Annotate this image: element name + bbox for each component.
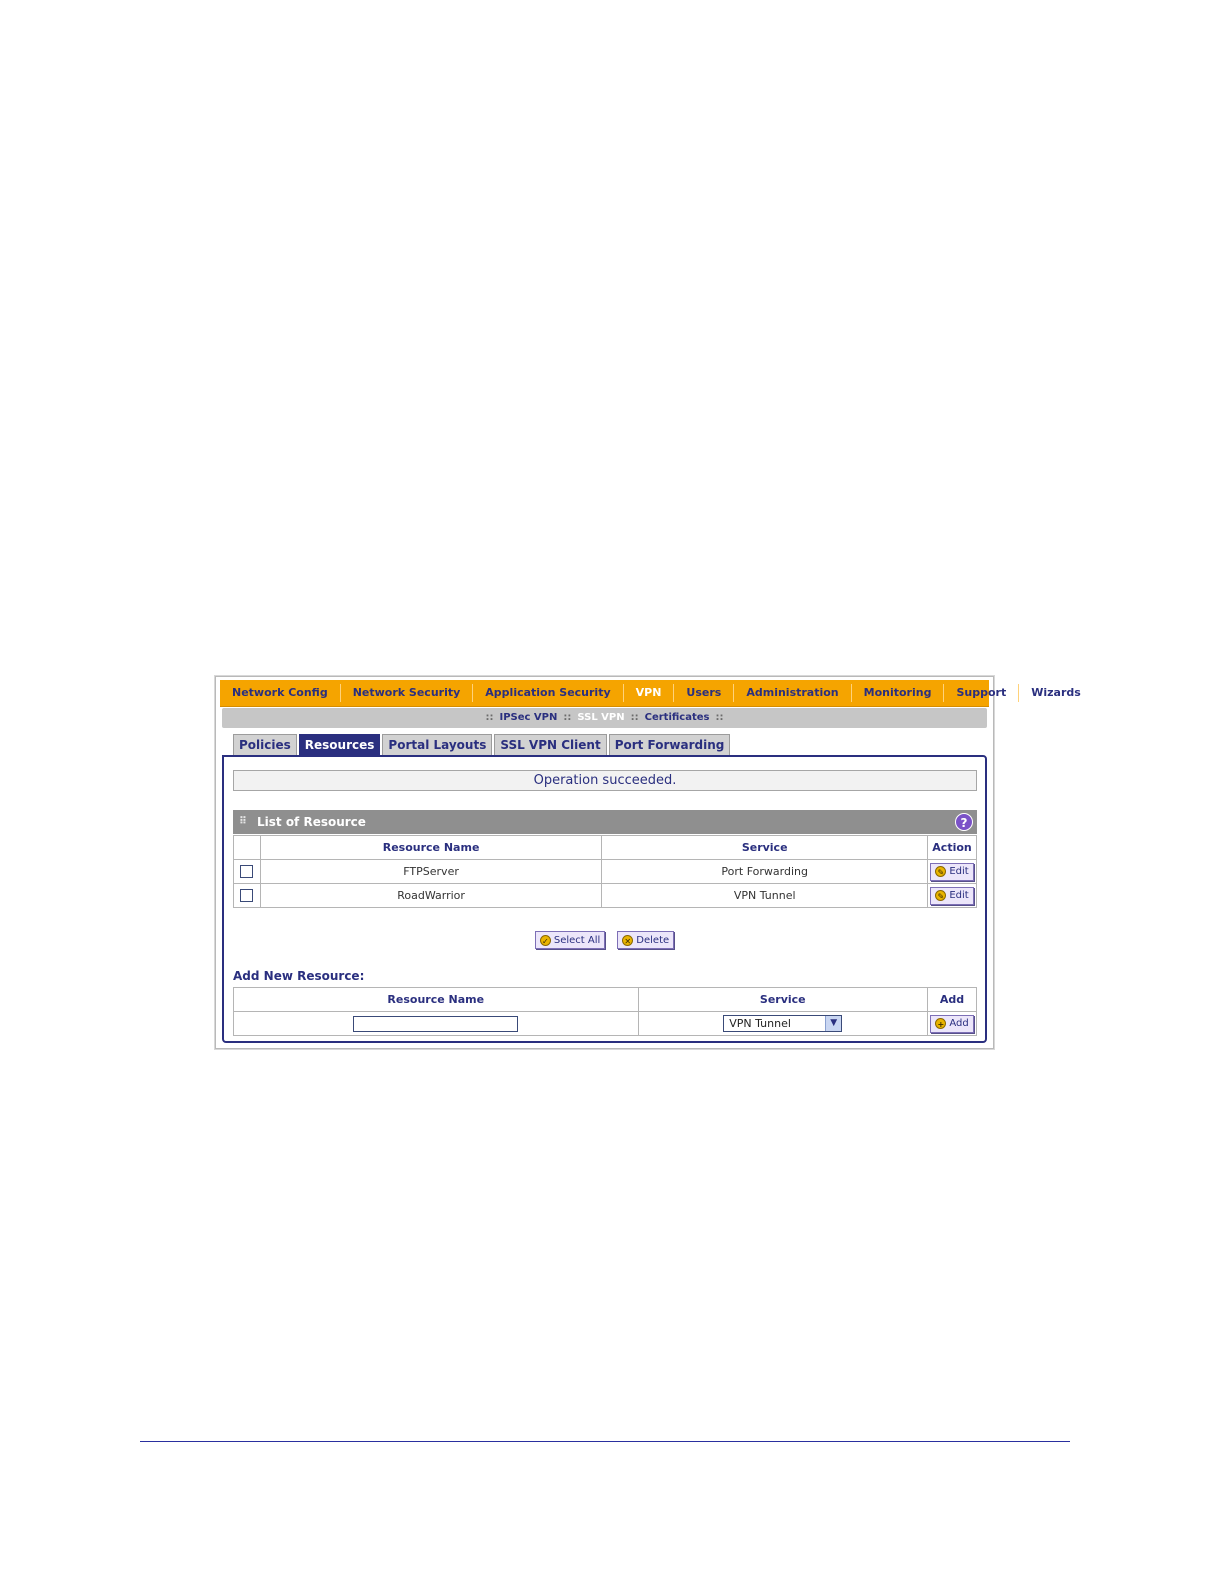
check-icon: ✓ bbox=[539, 934, 551, 946]
grip-icon: ⠿ bbox=[239, 816, 247, 827]
chevron-down-icon[interactable]: ▼ bbox=[825, 1016, 842, 1031]
tab-port-forwarding[interactable]: Port Forwarding bbox=[608, 734, 731, 755]
footer-divider bbox=[140, 1441, 1070, 1442]
select-all-button[interactable]: ✓ Select All bbox=[534, 931, 606, 949]
nav-vpn[interactable]: VPN bbox=[624, 684, 675, 702]
status-message: Operation succeeded. bbox=[233, 770, 977, 791]
subnav-separator: :: bbox=[485, 712, 494, 723]
add-button-cell: + Add bbox=[927, 1011, 977, 1036]
service-select-value: VPN Tunnel bbox=[729, 1017, 791, 1030]
table-header-row: Resource Name Service Add bbox=[233, 987, 977, 1012]
tab-bar: Policies Resources Portal Layouts SSL VP… bbox=[233, 734, 732, 755]
resource-table: Resource Name Service Action FTPServer P… bbox=[233, 835, 977, 908]
sub-navigation: :: IPSec VPN:: SSL VPN:: Certificates:: bbox=[222, 708, 987, 728]
nav-users[interactable]: Users bbox=[674, 684, 735, 702]
edit-button[interactable]: ✎ Edit bbox=[930, 886, 974, 905]
row-select-cell bbox=[233, 883, 261, 908]
service-cell: Port Forwarding bbox=[601, 859, 929, 884]
resource-name-cell: FTPServer bbox=[259, 859, 603, 884]
action-cell: ✎ Edit bbox=[927, 883, 977, 908]
top-navigation: Network Config Network Security Applicat… bbox=[220, 680, 1081, 707]
resource-list-title: List of Resource bbox=[257, 815, 366, 829]
nav-support[interactable]: Support bbox=[944, 684, 1020, 702]
service-select-cell: VPN Tunnel ▼ bbox=[637, 1011, 929, 1036]
delete-icon: ✕ bbox=[622, 934, 634, 946]
column-header-resource-name: Resource Name bbox=[233, 987, 639, 1012]
plus-icon: + bbox=[935, 1018, 947, 1029]
subnav-separator: :: bbox=[715, 712, 724, 723]
edit-button[interactable]: ✎ Edit bbox=[930, 862, 974, 881]
column-header-service: Service bbox=[601, 835, 929, 860]
edit-icon: ✎ bbox=[935, 866, 947, 877]
edit-icon: ✎ bbox=[935, 890, 947, 901]
subnav-ipsec-vpn[interactable]: IPSec VPN bbox=[499, 712, 557, 723]
nav-network-config[interactable]: Network Config bbox=[220, 684, 341, 702]
add-resource-table: Resource Name Service Add VPN Tunnel ▼ + A… bbox=[233, 987, 977, 1036]
resource-name-input[interactable] bbox=[353, 1015, 519, 1032]
column-header-add: Add bbox=[927, 987, 977, 1012]
select-all-label: Select All bbox=[553, 934, 601, 946]
list-action-buttons: ✓ Select All ✕ Delete bbox=[224, 931, 985, 949]
resource-name-cell: RoadWarrior bbox=[259, 883, 603, 908]
table-row: RoadWarrior VPN Tunnel ✎ Edit bbox=[233, 883, 977, 908]
service-select[interactable]: VPN Tunnel ▼ bbox=[723, 1015, 843, 1032]
tab-ssl-vpn-client[interactable]: SSL VPN Client bbox=[494, 734, 607, 755]
table-row: VPN Tunnel ▼ + Add bbox=[233, 1011, 977, 1036]
add-new-resource-title: Add New Resource: bbox=[233, 969, 365, 983]
row-checkbox[interactable] bbox=[240, 865, 254, 879]
subnav-separator: :: bbox=[563, 712, 572, 723]
subnav-separator: :: bbox=[630, 712, 639, 723]
delete-label: Delete bbox=[636, 934, 670, 946]
tab-policies[interactable]: Policies bbox=[233, 734, 297, 755]
service-cell: VPN Tunnel bbox=[601, 883, 929, 908]
help-icon[interactable]: ? bbox=[955, 813, 973, 831]
name-input-cell bbox=[233, 1011, 639, 1036]
nav-administration[interactable]: Administration bbox=[734, 684, 852, 702]
delete-button[interactable]: ✕ Delete bbox=[617, 931, 675, 949]
nav-wizards[interactable]: Wizards bbox=[1019, 684, 1093, 702]
row-checkbox[interactable] bbox=[240, 889, 254, 903]
vpn-resources-screenshot: Network Config Network Security Applicat… bbox=[215, 676, 1081, 1049]
tab-resources[interactable]: Resources bbox=[298, 734, 381, 755]
subnav-certificates[interactable]: Certificates bbox=[645, 712, 710, 723]
row-select-cell bbox=[233, 859, 261, 884]
nav-application-security[interactable]: Application Security bbox=[473, 684, 624, 702]
action-cell: ✎ Edit bbox=[927, 859, 977, 884]
column-header-service: Service bbox=[637, 987, 929, 1012]
add-label: Add bbox=[949, 1018, 969, 1029]
resources-panel: Operation succeeded. ⠿ List of Resource … bbox=[222, 755, 987, 1043]
select-column-header bbox=[233, 835, 261, 860]
subnav-ssl-vpn[interactable]: SSL VPN bbox=[577, 712, 624, 723]
edit-label: Edit bbox=[949, 866, 969, 877]
table-header-row: Resource Name Service Action bbox=[233, 835, 977, 860]
add-button[interactable]: + Add bbox=[930, 1014, 974, 1033]
column-header-action: Action bbox=[927, 835, 977, 860]
nav-network-security[interactable]: Network Security bbox=[341, 684, 474, 702]
edit-label: Edit bbox=[949, 890, 969, 901]
resource-list-header: ⠿ List of Resource ? bbox=[233, 810, 977, 834]
nav-monitoring[interactable]: Monitoring bbox=[852, 684, 945, 702]
column-header-resource-name: Resource Name bbox=[259, 835, 603, 860]
tab-portal-layouts[interactable]: Portal Layouts bbox=[382, 734, 493, 755]
table-row: FTPServer Port Forwarding ✎ Edit bbox=[233, 859, 977, 884]
